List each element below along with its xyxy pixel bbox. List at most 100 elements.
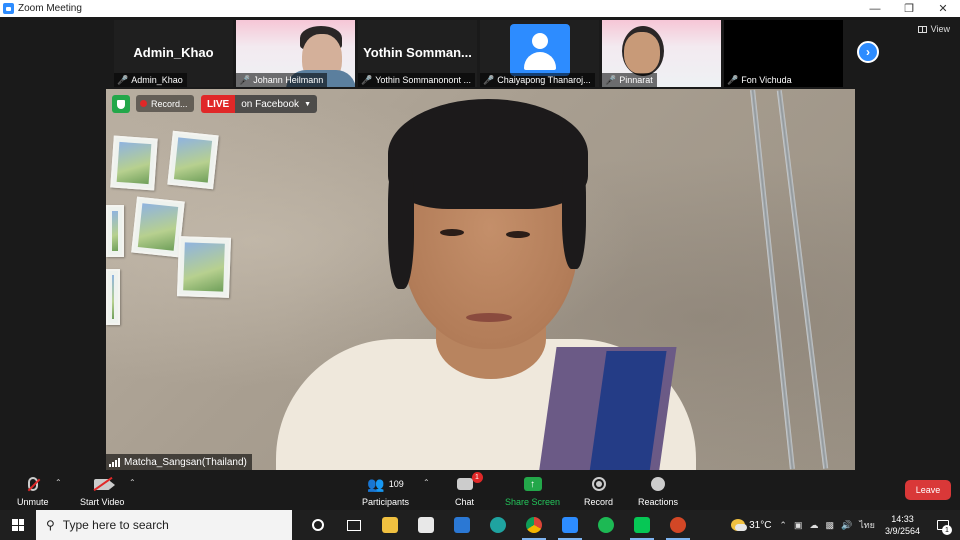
- wall-painting: [106, 205, 124, 257]
- next-page-button[interactable]: ›: [857, 41, 879, 63]
- muted-mic-icon: 🎤: [361, 74, 373, 85]
- speaker-mouth: [466, 313, 512, 322]
- wall-painting: [106, 269, 120, 325]
- speaker-eye: [440, 229, 464, 236]
- spotify-icon[interactable]: [588, 510, 624, 540]
- file-explorer-icon[interactable]: [372, 510, 408, 540]
- close-icon[interactable]: ✕: [926, 0, 960, 17]
- onedrive-icon[interactable]: ☁: [809, 520, 818, 531]
- task-view-icon[interactable]: [336, 510, 372, 540]
- windows-logo-icon: [12, 519, 24, 531]
- participant-strip: Admin_Khao 🎤 Admin_Khao 🎤 Johann Heilmann …: [0, 17, 960, 89]
- chevron-up-icon[interactable]: ⌃: [779, 520, 787, 531]
- start-button[interactable]: [0, 510, 36, 540]
- muted-mic-icon: 🎤: [727, 74, 739, 85]
- start-video-label: Start Video: [80, 497, 125, 507]
- participant-label: 🎤 Johann Heilmann: [236, 73, 328, 87]
- meeting-toolbar: Unmute ⌃ Start Video ⌃ 👥 109 Participant…: [0, 470, 960, 510]
- wall-painting: [167, 130, 219, 190]
- recording-dot-icon: [140, 100, 147, 107]
- taskbar-clock[interactable]: 14:33 3/9/2564: [885, 513, 920, 537]
- mic-muted-icon: [27, 477, 38, 491]
- notification-center-button[interactable]: 1: [932, 510, 954, 540]
- store-icon[interactable]: [408, 510, 444, 540]
- leave-button[interactable]: Leave: [905, 480, 951, 500]
- unmute-button[interactable]: Unmute: [17, 474, 49, 507]
- participant-big-name: Yothin Somman...: [363, 45, 472, 60]
- video-off-icon: [94, 478, 116, 490]
- view-label: View: [930, 24, 950, 34]
- participant-tile[interactable]: Admin_Khao 🎤 Admin_Khao: [114, 20, 233, 87]
- view-button[interactable]: View: [917, 24, 950, 34]
- participant-tile[interactable]: 🎤 Chaiyapong Thanaroj...: [480, 20, 599, 87]
- chat-label: Chat: [455, 497, 475, 507]
- clock-date: 3/9/2564: [884, 526, 920, 536]
- window-title: Zoom Meeting: [18, 3, 82, 14]
- windows-taskbar: ⚲ Type here to search 31°C ⌃ ▣ ☁ ▩ 🔊 ไทย…: [0, 510, 960, 540]
- video-options-caret-icon[interactable]: ⌃: [129, 478, 136, 487]
- participants-options-caret-icon[interactable]: ⌃: [423, 478, 430, 487]
- participant-tile[interactable]: 🎤 Fon Vichuda: [724, 20, 843, 87]
- volume-icon[interactable]: 🔊: [841, 520, 852, 531]
- window-titlebar: Zoom Meeting — ❐ ✕: [0, 0, 960, 17]
- participant-label: 🎤 Pinnarat: [602, 73, 657, 87]
- speaker-hair: [562, 149, 586, 269]
- taskbar-apps: [300, 510, 696, 540]
- speaker-hair: [388, 149, 414, 289]
- zoom-taskbar-icon[interactable]: [552, 510, 588, 540]
- mail-icon[interactable]: [444, 510, 480, 540]
- participant-label: 🎤 Fon Vichuda: [724, 73, 796, 87]
- search-icon: ⚲: [46, 518, 55, 532]
- recording-label: Record...: [151, 98, 188, 109]
- participant-name: Pinnarat: [619, 75, 653, 85]
- reactions-label: Reactions: [638, 497, 679, 507]
- weather-widget[interactable]: 31°C: [731, 519, 771, 531]
- input-language[interactable]: ไทย: [859, 518, 875, 532]
- taskbar-search[interactable]: ⚲ Type here to search: [36, 510, 292, 540]
- participants-label: Participants: [362, 497, 410, 507]
- security-shield-icon[interactable]: [112, 95, 130, 113]
- participants-button[interactable]: 👥 109 Participants: [362, 474, 410, 508]
- record-button[interactable]: Record: [584, 474, 613, 507]
- speaker-eye: [506, 231, 530, 238]
- recording-indicator[interactable]: Record...: [136, 95, 194, 112]
- wall-painting: [110, 135, 158, 191]
- line-icon[interactable]: [624, 510, 660, 540]
- restore-icon[interactable]: ❐: [892, 0, 926, 17]
- wall-painting: [131, 196, 185, 258]
- live-target-label: on Facebook: [241, 98, 300, 110]
- muted-mic-icon: 🎤: [605, 74, 617, 85]
- avatar: [510, 24, 570, 76]
- participant-tile[interactable]: 🎤 Pinnarat: [602, 20, 721, 87]
- powerpoint-icon[interactable]: [660, 510, 696, 540]
- start-video-button[interactable]: Start Video: [80, 474, 124, 507]
- window-controls: — ❐ ✕: [858, 0, 960, 17]
- participant-tile[interactable]: Yothin Somman... 🎤 Yothin Sommanonont ...: [358, 20, 477, 87]
- clock-time: 14:33: [891, 514, 914, 524]
- chrome-icon[interactable]: [516, 510, 552, 540]
- muted-mic-icon: 🎤: [117, 74, 129, 85]
- notification-badge: 1: [942, 525, 952, 535]
- live-stream-indicator[interactable]: LIVE on Facebook ▼: [201, 95, 317, 113]
- edge-icon[interactable]: [480, 510, 516, 540]
- participant-name: Fon Vichuda: [741, 75, 792, 85]
- temperature: 31°C: [749, 519, 772, 531]
- share-screen-label: Share Screen: [505, 497, 561, 507]
- live-target: on Facebook ▼: [235, 95, 317, 113]
- minimize-icon[interactable]: —: [858, 0, 892, 17]
- grid-view-icon: [917, 25, 927, 33]
- cortana-icon[interactable]: [300, 510, 336, 540]
- active-speaker-video[interactable]: Record... LIVE on Facebook ▼ Matcha_Sang…: [106, 89, 855, 470]
- share-screen-button[interactable]: ↑ Share Screen: [505, 474, 560, 507]
- network-icon[interactable]: ▩: [825, 520, 834, 531]
- participant-count: 109: [388, 479, 404, 489]
- partly-cloudy-icon: [731, 519, 748, 531]
- chat-button[interactable]: 1 Chat: [455, 472, 483, 507]
- live-badge: LIVE: [201, 95, 236, 113]
- meet-now-icon[interactable]: ▣: [794, 520, 803, 531]
- reactions-button[interactable]: Reactions: [638, 474, 678, 507]
- muted-mic-icon: 🎤: [239, 74, 251, 85]
- participant-tile[interactable]: 🎤 Johann Heilmann: [236, 20, 355, 87]
- audio-options-caret-icon[interactable]: ⌃: [55, 478, 62, 487]
- speaker-hair: [388, 99, 588, 209]
